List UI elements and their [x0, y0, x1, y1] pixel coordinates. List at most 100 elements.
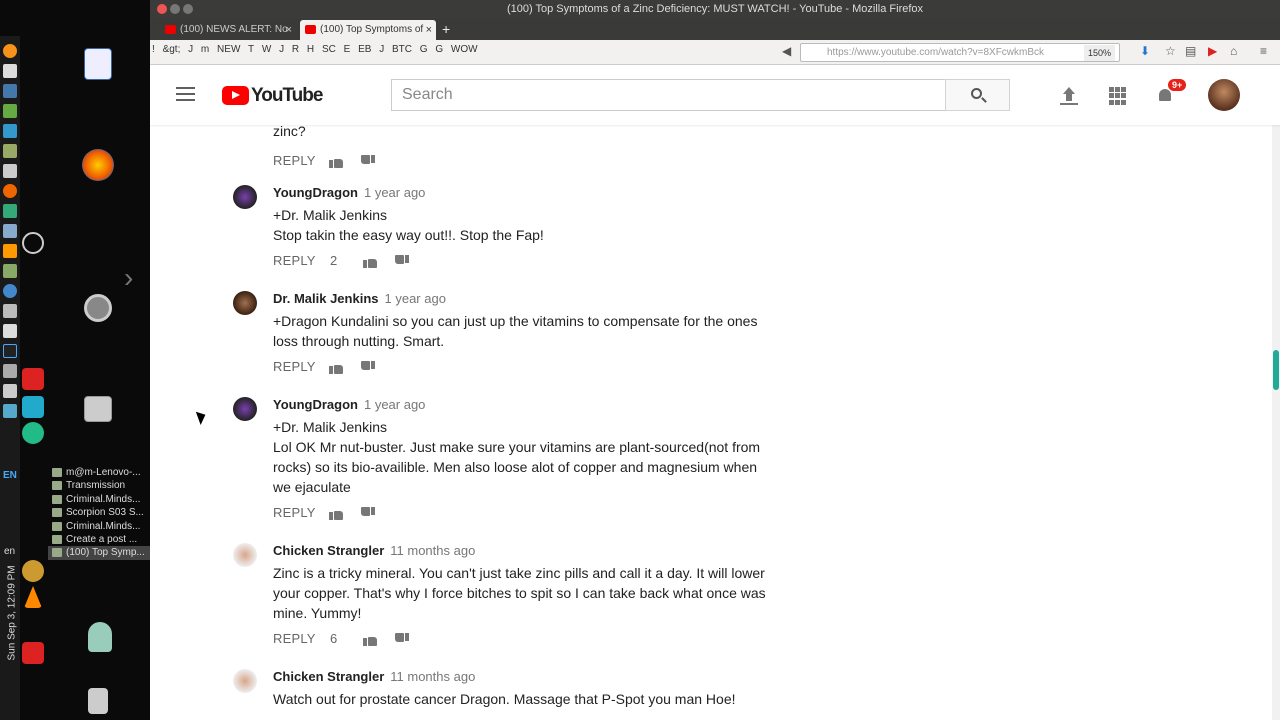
ubuntu-icon[interactable]: [84, 294, 112, 322]
bookmark-item[interactable]: WOW: [451, 44, 478, 55]
task-item[interactable]: Create a post ...: [48, 533, 150, 546]
maximize-icon[interactable]: [183, 4, 193, 14]
trash-icon[interactable]: [88, 688, 108, 714]
search-input[interactable]: Search: [391, 79, 946, 111]
new-tab-icon[interactable]: +: [442, 20, 450, 38]
avatar[interactable]: [233, 291, 257, 315]
terminal-icon[interactable]: [3, 204, 17, 218]
task-item[interactable]: Scorpion S03 S...: [48, 506, 150, 519]
apps-grid-icon[interactable]: [1109, 87, 1127, 105]
bookmark-item[interactable]: J: [379, 44, 384, 55]
document-desktop-icon[interactable]: [84, 48, 112, 80]
chrome-icon[interactable]: [3, 284, 17, 298]
folder-icon[interactable]: [3, 144, 17, 158]
monitor-icon[interactable]: [3, 324, 17, 338]
task-item[interactable]: Criminal.Minds...: [48, 493, 150, 506]
firefox-desktop-icon[interactable]: [82, 149, 114, 181]
bookmark-item[interactable]: m: [201, 44, 209, 55]
library-icon[interactable]: ▤: [1185, 44, 1196, 58]
firefox-icon[interactable]: [3, 184, 17, 198]
thumbs-down-icon[interactable]: [395, 633, 409, 646]
reply-button[interactable]: REPLY: [273, 153, 316, 168]
avatar[interactable]: [233, 543, 257, 567]
comment-time[interactable]: 1 year ago: [364, 397, 425, 412]
keyboard-layout[interactable]: EN: [3, 470, 17, 481]
maps-icon[interactable]: [22, 396, 44, 418]
bookmark-item[interactable]: H: [307, 44, 314, 55]
bookmark-item[interactable]: T: [248, 44, 254, 55]
chevron-right-icon[interactable]: ›: [124, 262, 133, 294]
bookmark-item[interactable]: J: [279, 44, 284, 55]
hamburger-menu-icon[interactable]: [176, 87, 195, 105]
user-desktop-icon[interactable]: [88, 622, 112, 652]
upload-icon[interactable]: [1060, 87, 1078, 105]
bookmark-item[interactable]: BTC: [392, 44, 412, 55]
comment-author[interactable]: Chicken Strangler: [273, 543, 384, 558]
chart-icon[interactable]: [3, 384, 17, 398]
bookmark-item[interactable]: G: [435, 44, 443, 55]
comment-author[interactable]: YoungDragon: [273, 185, 358, 200]
telegram-icon[interactable]: [22, 422, 44, 444]
reply-button[interactable]: REPLY: [273, 505, 316, 520]
bookmark-item[interactable]: R: [292, 44, 299, 55]
task-item[interactable]: Criminal.Minds...: [48, 520, 150, 533]
vlc-icon[interactable]: [3, 244, 17, 258]
doc-icon[interactable]: [3, 164, 17, 178]
vlc-dock-icon[interactable]: [24, 586, 42, 608]
close-tab-icon[interactable]: ×: [426, 20, 432, 40]
task-item[interactable]: m@m-Lenovo-...: [48, 466, 150, 479]
sheet-icon[interactable]: [3, 104, 17, 118]
bookmark-item[interactable]: W: [262, 44, 271, 55]
comment-time[interactable]: 11 months ago: [390, 669, 475, 684]
avatar[interactable]: [233, 185, 257, 209]
bookmark-item[interactable]: EB: [358, 44, 371, 55]
thumbs-up-icon[interactable]: [363, 255, 377, 268]
thumbs-down-icon[interactable]: [361, 155, 375, 168]
bookmark-item[interactable]: !: [152, 44, 155, 55]
download-icon[interactable]: ⬇: [1140, 44, 1150, 58]
apps-icon[interactable]: [3, 124, 17, 138]
tab-current[interactable]: (100) Top Symptoms of ×: [300, 20, 436, 40]
minimize-icon[interactable]: [170, 4, 180, 14]
thumbs-up-icon[interactable]: [329, 361, 343, 374]
reply-button[interactable]: REPLY: [273, 253, 316, 268]
thumbs-down-icon[interactable]: [395, 255, 409, 268]
thumbs-down-icon[interactable]: [361, 361, 375, 374]
obs-icon[interactable]: [22, 232, 44, 254]
bookmark-item[interactable]: G: [420, 44, 428, 55]
back-icon[interactable]: ◀: [782, 44, 791, 58]
url-bar[interactable]: https://www.youtube.com/watch?v=8XFcwkmB…: [800, 43, 1120, 62]
thumbs-up-icon[interactable]: [363, 633, 377, 646]
bookmark-item[interactable]: E: [344, 44, 351, 55]
reply-button[interactable]: REPLY: [273, 359, 316, 374]
thumbs-up-icon[interactable]: [329, 507, 343, 520]
dogecoin-icon[interactable]: [22, 560, 44, 582]
comment-author[interactable]: Chicken Strangler: [273, 669, 384, 684]
scrollbar[interactable]: [1272, 65, 1280, 720]
youtube-logo[interactable]: YouTube: [222, 86, 323, 106]
mail-icon[interactable]: [3, 404, 17, 418]
scrollbar-thumb[interactable]: [1273, 350, 1279, 390]
menu-icon[interactable]: ≡: [1260, 44, 1267, 58]
avatar[interactable]: [233, 669, 257, 693]
reply-button[interactable]: REPLY: [273, 631, 316, 646]
bookmark-item[interactable]: NEW: [217, 44, 240, 55]
bitcoin-icon[interactable]: [3, 44, 17, 58]
archive-icon[interactable]: [3, 264, 17, 278]
zoom-indicator[interactable]: 150%: [1083, 45, 1115, 61]
avatar[interactable]: [233, 397, 257, 421]
task-item[interactable]: Transmission: [48, 479, 150, 492]
youtube-addon-icon[interactable]: ▶: [1208, 44, 1217, 58]
thumbs-up-icon[interactable]: [329, 155, 343, 168]
avatar[interactable]: [1208, 79, 1240, 111]
react-icon[interactable]: [3, 344, 17, 358]
home-icon[interactable]: ⌂: [1230, 44, 1237, 58]
comment-time[interactable]: 1 year ago: [364, 185, 425, 200]
comment-time[interactable]: 11 months ago: [390, 543, 475, 558]
bookmark-item[interactable]: J: [188, 44, 193, 55]
files-icon[interactable]: [84, 396, 112, 422]
bookmark-star-icon[interactable]: ☆: [1165, 44, 1176, 58]
comment-author[interactable]: YoungDragon: [273, 397, 358, 412]
image-icon[interactable]: [3, 224, 17, 238]
bookmark-item[interactable]: SC: [322, 44, 336, 55]
